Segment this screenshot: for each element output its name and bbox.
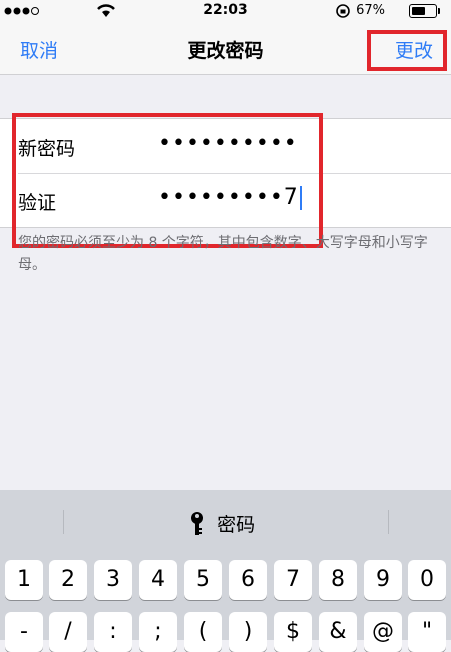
key-quote[interactable]: " xyxy=(408,612,446,652)
suggestion-bar: 密码 xyxy=(0,490,451,552)
keyboard: 密码 1 2 3 4 5 6 7 8 9 0 - / : ; ( ) $ & @… xyxy=(0,490,451,652)
key-0[interactable]: 0 xyxy=(408,560,446,600)
key-left-paren[interactable]: ( xyxy=(184,612,222,652)
key-4[interactable]: 4 xyxy=(139,560,177,600)
key-right-paren[interactable]: ) xyxy=(229,612,267,652)
key-dollar[interactable]: $ xyxy=(274,612,312,652)
key-8[interactable]: 8 xyxy=(319,560,357,600)
key-ampersand[interactable]: & xyxy=(319,612,357,652)
status-bar: 22:03 67% xyxy=(0,0,451,22)
password-suggestion[interactable]: 密码 xyxy=(190,510,255,537)
battery-percent: 67% xyxy=(356,3,385,18)
battery-icon xyxy=(409,4,440,18)
key-at[interactable]: @ xyxy=(364,612,402,652)
key-icon xyxy=(191,511,203,535)
key-7[interactable]: 7 xyxy=(274,560,312,600)
key-dash[interactable]: - xyxy=(5,612,43,652)
key-2[interactable]: 2 xyxy=(49,560,87,600)
key-slash[interactable]: / xyxy=(49,612,87,652)
key-9[interactable]: 9 xyxy=(364,560,402,600)
key-3[interactable]: 3 xyxy=(94,560,132,600)
key-5[interactable]: 5 xyxy=(184,560,222,600)
suggestion-divider xyxy=(63,510,64,534)
key-1[interactable]: 1 xyxy=(5,560,43,600)
key-semicolon[interactable]: ; xyxy=(139,612,177,652)
suggestion-label: 密码 xyxy=(217,514,256,536)
password-hint: 您的密码必须至少为 8 个字符，其中包含数字、大写字母和小写字母。 xyxy=(18,235,428,273)
key-6[interactable]: 6 xyxy=(229,560,267,600)
orientation-lock-icon xyxy=(336,4,350,18)
key-colon[interactable]: : xyxy=(94,612,132,652)
suggestion-divider xyxy=(388,510,389,534)
battery-fill xyxy=(412,7,426,15)
change-button-highlight xyxy=(367,30,447,71)
form-highlight xyxy=(12,113,323,248)
